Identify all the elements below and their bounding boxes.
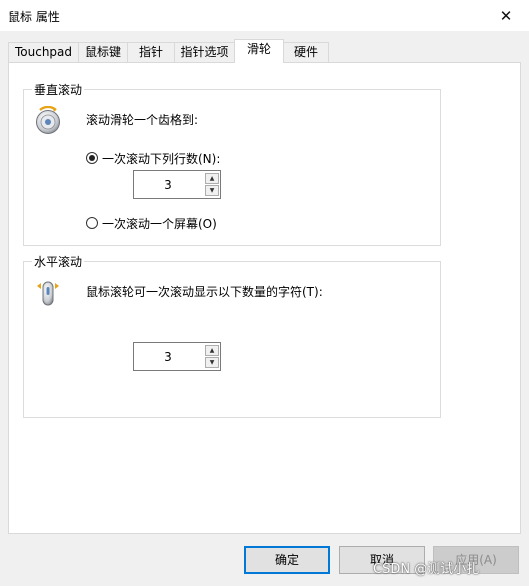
ok-button[interactable]: 确定 (244, 546, 330, 574)
lines-spinner[interactable]: ▲ ▼ (133, 170, 221, 199)
close-icon[interactable]: ✕ (500, 7, 513, 25)
tab-hardware[interactable]: 硬件 (283, 42, 329, 62)
horizontal-scroll-title: 水平滚动 (32, 253, 85, 270)
vertical-scroll-instruction: 滚动滑轮一个齿格到: (86, 113, 199, 127)
tab-pointer-options[interactable]: 指针选项 (174, 42, 235, 62)
mouse-wheel-icon (37, 281, 59, 306)
screen-radio-label[interactable]: 一次滚动一个屏幕(O) (102, 215, 217, 232)
tab-touchpad[interactable]: Touchpad (8, 42, 79, 62)
watermark: CSDN @测试小扎 (373, 562, 480, 577)
tab-mouse-buttons[interactable]: 鼠标键 (78, 42, 128, 62)
spin-down-button[interactable]: ▼ (205, 185, 219, 196)
spin-up-button[interactable]: ▲ (205, 345, 219, 356)
mouse-wheel-icon (36, 106, 60, 134)
window-title: 鼠标 属性 (8, 10, 60, 24)
tab-pointers[interactable]: 指针 (127, 42, 175, 62)
tab-wheel[interactable]: 滑轮 (234, 39, 284, 63)
vertical-scroll-group: 垂直滚动 滚动滑轮一个齿格到: 一次滚动下列行数(N): ▲ ▼ 一 (23, 81, 441, 246)
lines-radio[interactable] (86, 152, 98, 164)
tab-panel-wheel: 垂直滚动 滚动滑轮一个齿格到: 一次滚动下列行数(N): ▲ ▼ 一 (8, 62, 521, 534)
spin-up-button[interactable]: ▲ (205, 173, 219, 184)
horizontal-scroll-instruction: 鼠标滚轮可一次滚动显示以下数量的字符(T): (86, 285, 323, 299)
lines-radio-label[interactable]: 一次滚动下列行数(N): (102, 150, 220, 167)
spin-down-button[interactable]: ▼ (205, 357, 219, 368)
vertical-scroll-title: 垂直滚动 (32, 81, 85, 98)
close-button[interactable]: ✕ (483, 0, 529, 31)
horizontal-scroll-group: 水平滚动 鼠标滚轮可一次滚动显示以下数量的字符(T): ▲ ▼ (23, 253, 441, 418)
screen-radio[interactable] (86, 217, 98, 229)
title-bar: 鼠标 属性 ✕ (0, 0, 529, 31)
chars-spinner[interactable]: ▲ ▼ (133, 342, 221, 371)
